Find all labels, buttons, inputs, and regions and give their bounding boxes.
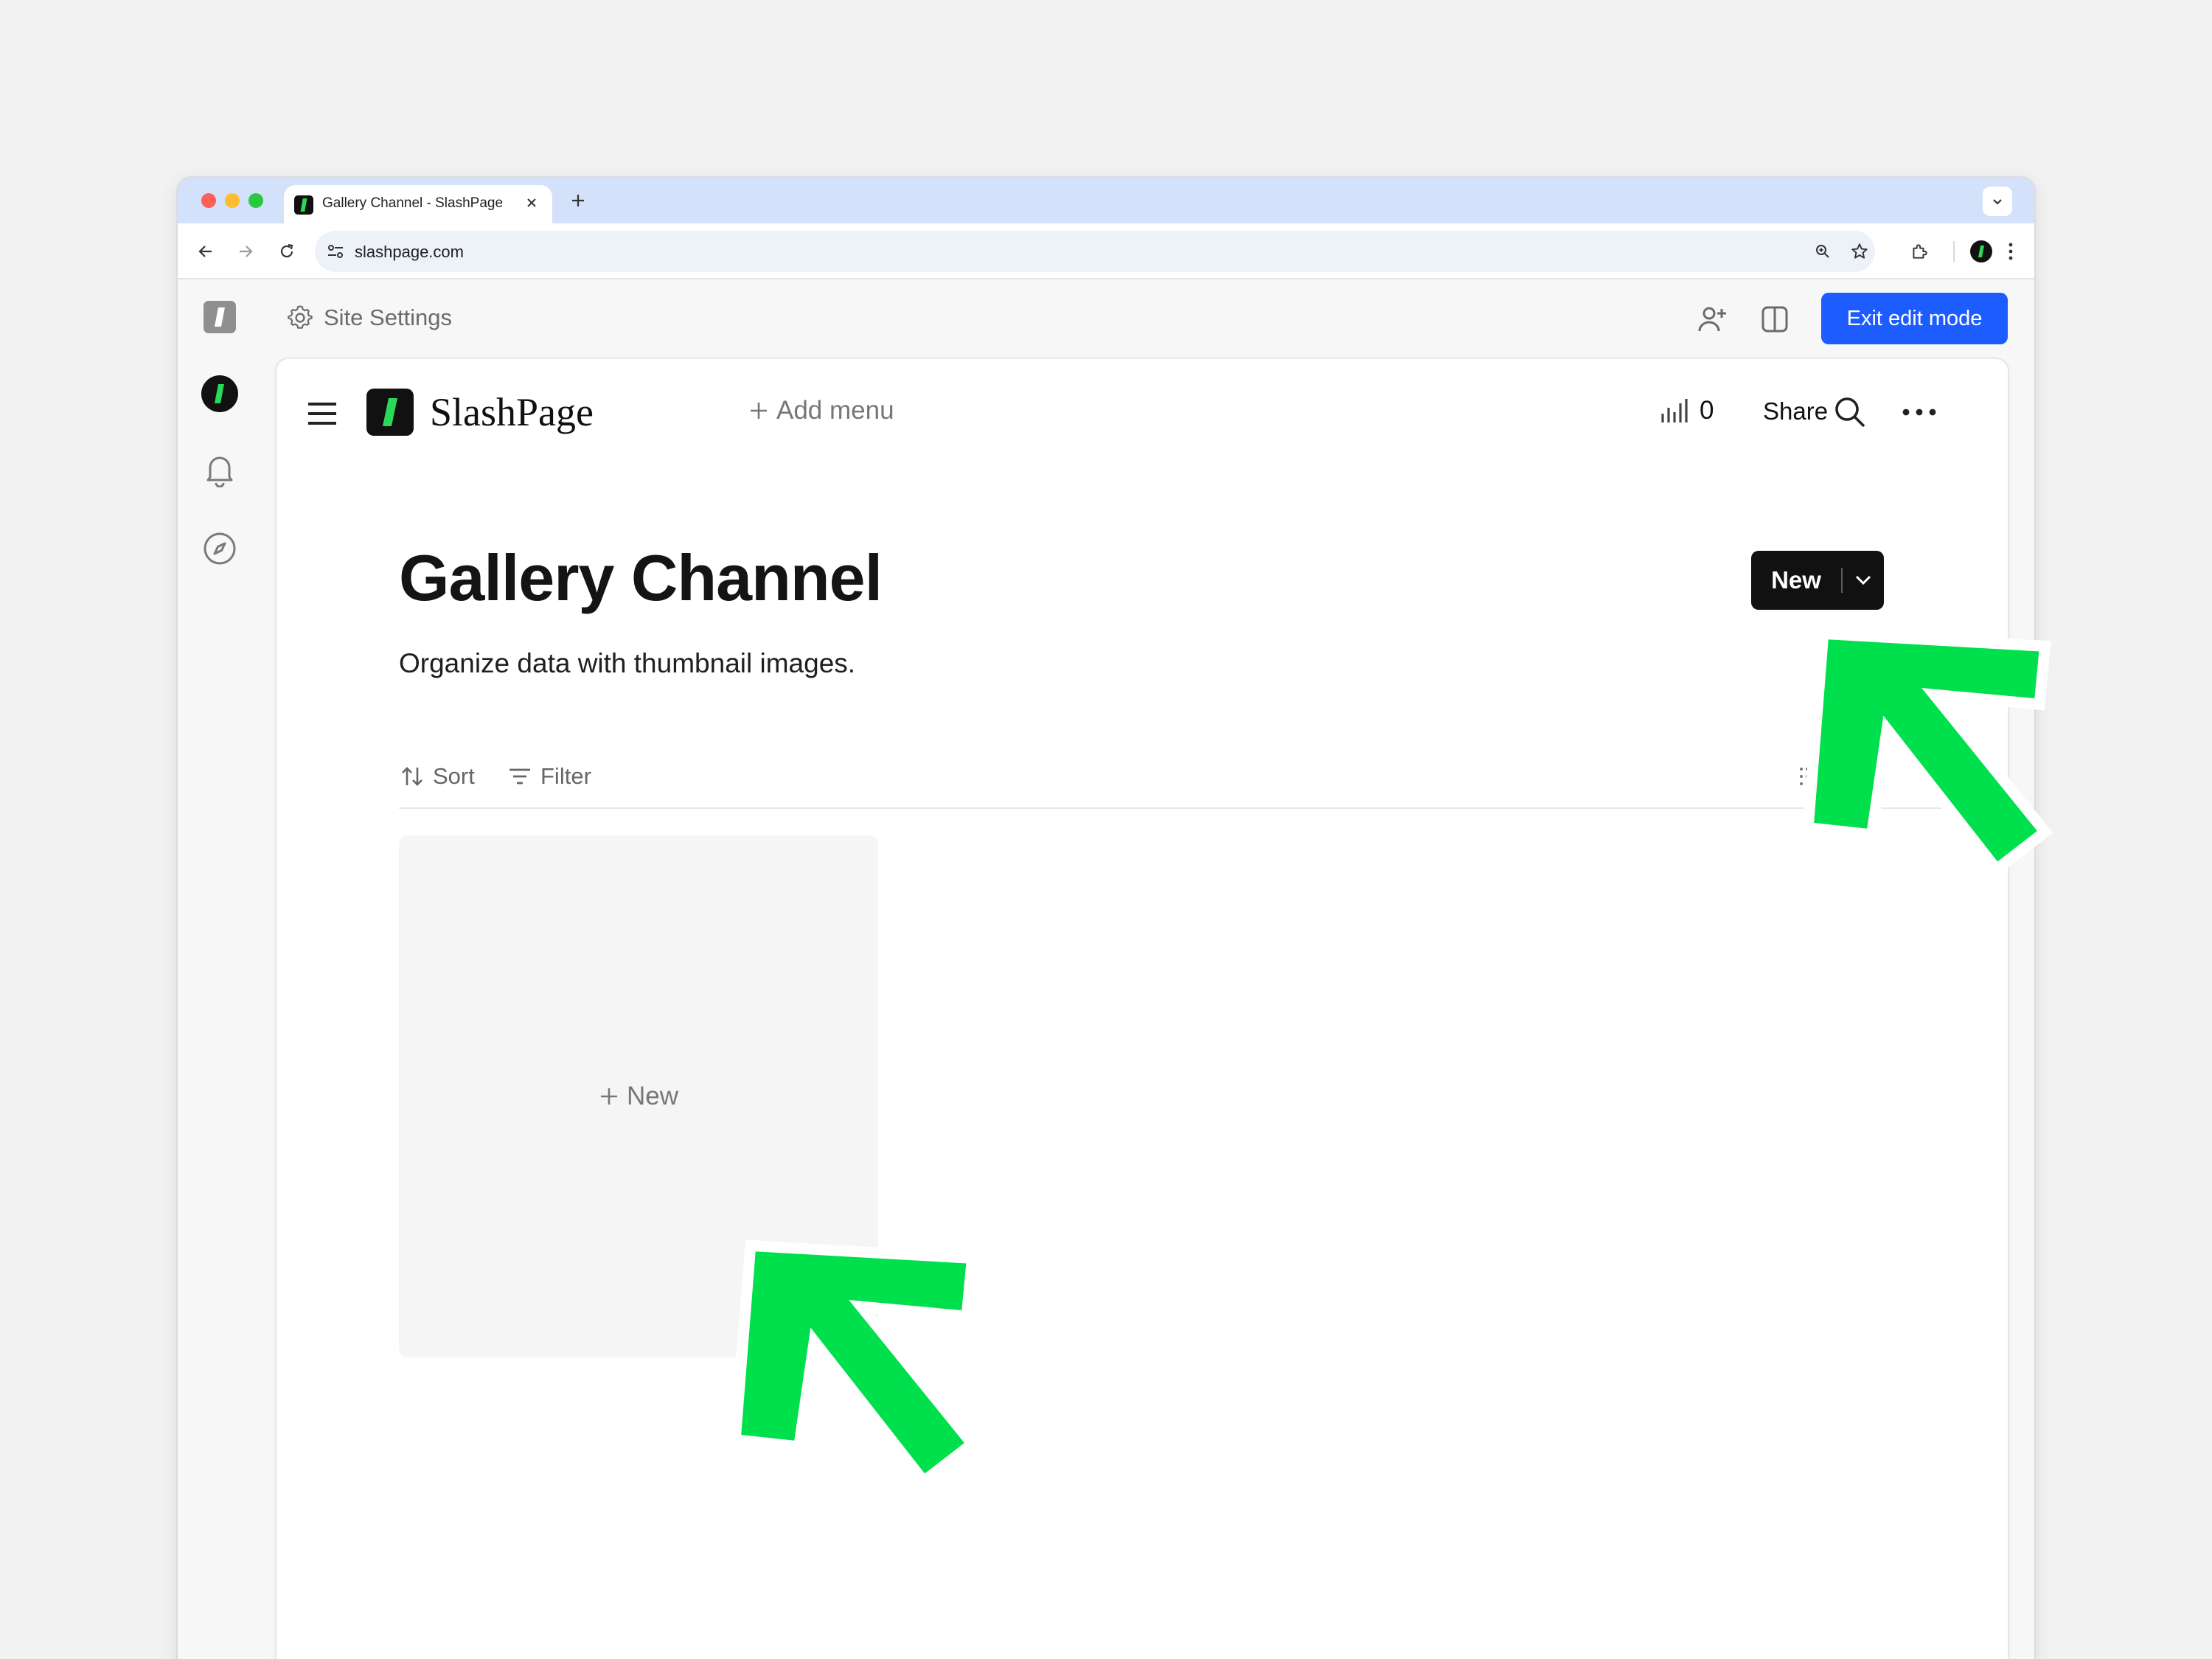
invite-member-icon[interactable]	[1695, 302, 1731, 337]
split-view-icon[interactable]	[1757, 302, 1792, 337]
view-count: 0	[1700, 396, 1714, 425]
slashpage-logo-icon	[366, 389, 414, 436]
slashpage-favicon-icon	[294, 195, 313, 215]
plus-icon	[599, 1086, 619, 1107]
new-post-button[interactable]: New	[1751, 551, 1884, 610]
new-tab-icon[interactable]	[566, 188, 591, 213]
page-title: Gallery Channel	[399, 541, 883, 614]
sort-label: Sort	[433, 763, 475, 789]
chevron-down-icon[interactable]	[1843, 574, 1884, 586]
filter-label: Filter	[540, 763, 591, 789]
url-text: slashpage.com	[355, 243, 464, 261]
tab-strip: Gallery Channel - SlashPage	[178, 178, 2034, 223]
annotation-arrow-icon	[729, 1239, 981, 1489]
bookmark-star-icon[interactable]	[1848, 240, 1871, 262]
close-window-button[interactable]	[201, 193, 216, 208]
ellipsis-icon[interactable]	[1900, 393, 1938, 431]
compass-icon[interactable]	[200, 529, 240, 568]
plus-icon	[748, 400, 769, 421]
annotation-arrow-icon	[1802, 627, 2053, 877]
forward-arrow-icon[interactable]	[232, 238, 259, 265]
site-avatar-icon[interactable]	[200, 374, 240, 414]
back-arrow-icon[interactable]	[192, 238, 219, 265]
add-menu-button[interactable]: Add menu	[748, 396, 894, 425]
editor-workspace: Site Settings Exit edit mode SlashPage A…	[178, 279, 2034, 1659]
bar-chart-icon	[1660, 397, 1689, 424]
browser-window: Gallery Channel - SlashPage slashpage.co	[178, 178, 2034, 1659]
site-settings-button[interactable]: Site Settings	[287, 302, 452, 334]
slashpage-home-icon[interactable]	[200, 297, 240, 337]
add-menu-label: Add menu	[776, 396, 894, 425]
brand-name: SlashPage	[430, 390, 594, 434]
address-bar[interactable]: slashpage.com	[315, 231, 1875, 272]
site-info-icon[interactable]	[325, 241, 346, 262]
zoom-icon[interactable]	[1812, 240, 1834, 262]
browser-tab-active[interactable]: Gallery Channel - SlashPage	[284, 185, 552, 223]
gear-icon	[287, 305, 313, 331]
bell-icon[interactable]	[200, 451, 240, 490]
browser-toolbar: slashpage.com	[178, 223, 2034, 279]
card-new-label: New	[626, 1082, 679, 1110]
filter-icon	[508, 767, 532, 786]
page-views-counter[interactable]: 0	[1660, 396, 1714, 425]
search-icon[interactable]	[1831, 393, 1869, 431]
page-canvas: SlashPage Add menu 0 Share Gallery Chann…	[276, 359, 2008, 1659]
site-brand[interactable]: SlashPage	[366, 389, 594, 436]
toolbar-divider	[399, 807, 1947, 809]
share-button[interactable]: Share	[1763, 397, 1828, 425]
tab-search-chevron-icon[interactable]	[1983, 187, 2012, 216]
exit-edit-mode-button[interactable]: Exit edit mode	[1821, 293, 2008, 344]
page-description: Organize data with thumbnail images.	[399, 648, 856, 678]
reload-icon[interactable]	[274, 238, 300, 265]
minimize-window-button[interactable]	[225, 193, 240, 208]
sort-arrows-icon	[400, 765, 424, 787]
sort-button[interactable]: Sort	[400, 763, 475, 790]
maximize-window-button[interactable]	[248, 193, 263, 208]
browser-menu-icon[interactable]	[1997, 238, 2024, 265]
close-tab-icon[interactable]	[521, 192, 542, 213]
new-button-label: New	[1771, 566, 1821, 594]
extensions-puzzle-icon[interactable]	[1906, 238, 1933, 265]
hamburger-menu-icon[interactable]	[306, 397, 338, 430]
profile-avatar-icon[interactable]	[1968, 238, 1994, 265]
filter-button[interactable]: Filter	[508, 763, 591, 790]
toolbar-separator	[1953, 241, 1955, 262]
tab-title: Gallery Channel - SlashPage	[322, 195, 504, 211]
site-settings-label: Site Settings	[324, 305, 453, 330]
